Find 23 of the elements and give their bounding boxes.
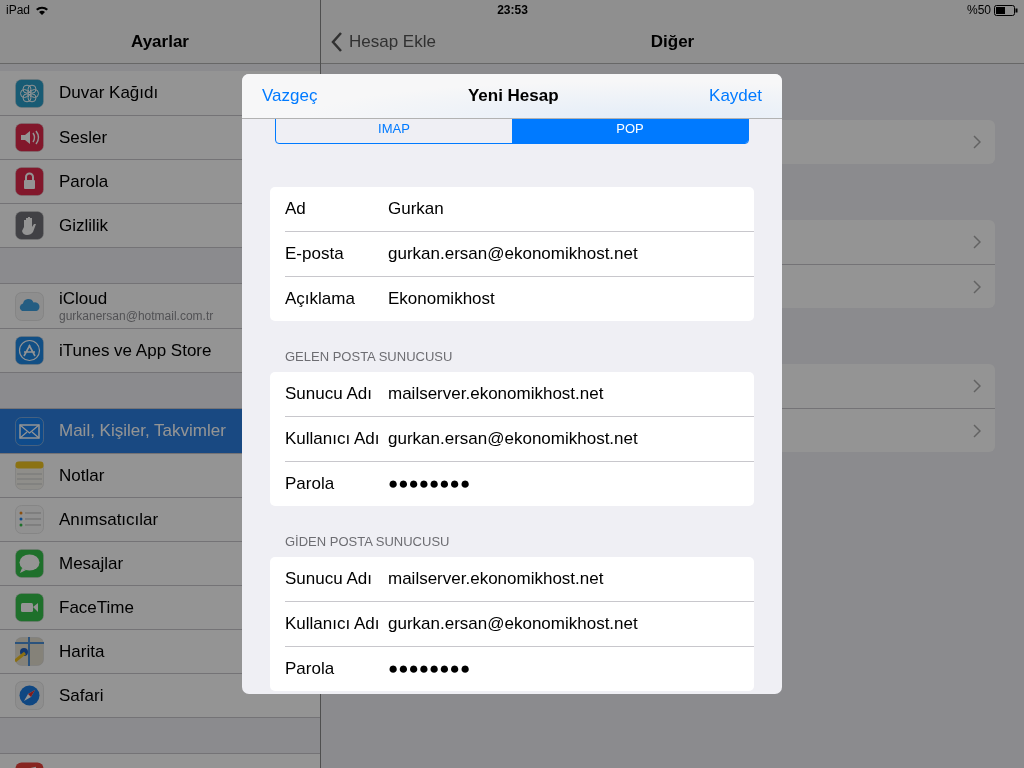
item-label: Mesajlar — [59, 553, 124, 574]
modal-title: Yeni Hesap — [467, 86, 559, 106]
item-label: Parola — [59, 171, 109, 192]
item-label: Gizlilik — [59, 215, 109, 236]
clock: 23:53 — [497, 3, 528, 17]
item-subtitle: gurkanersan@hotmail.com.tr — [59, 309, 214, 323]
item-label: Safari — [59, 685, 104, 706]
device-name: iPad — [6, 3, 31, 17]
item-label: iTunes ve App Store — [59, 340, 212, 361]
field-label: E-posta — [285, 244, 345, 264]
item-label: Anımsatıcılar — [59, 509, 159, 530]
item-label: iCloud — [59, 289, 109, 309]
item-label: Duvar Kağıdı — [59, 83, 159, 103]
item-label: Notlar — [59, 465, 105, 486]
battery-percent: %50 — [966, 3, 991, 17]
item-label: Harita — [59, 641, 105, 662]
field-label: Sunucu Adı — [285, 384, 373, 404]
item-label: Mail, Kişiler, Takvimler — [59, 421, 226, 441]
sidebar-title: Ayarlar — [131, 32, 189, 52]
detail-title: Diğer — [650, 32, 695, 52]
field-label: Açıklama — [285, 289, 356, 309]
item-label: Sesler — [59, 127, 108, 148]
item-label: FaceTime — [59, 597, 134, 618]
